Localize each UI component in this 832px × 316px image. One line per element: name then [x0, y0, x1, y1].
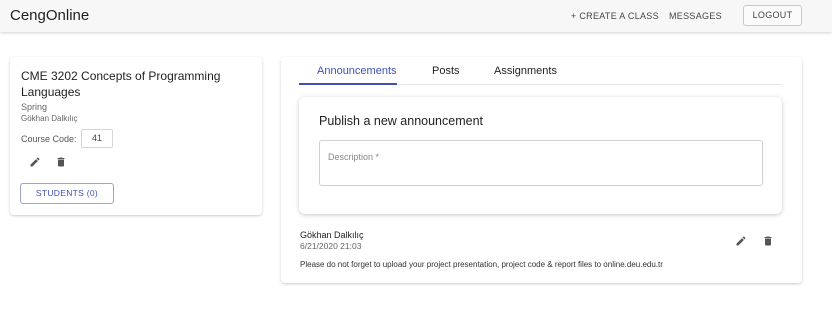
description-placeholder: Description * — [328, 152, 380, 162]
messages-button[interactable]: MESSAGES — [669, 11, 722, 21]
publish-announcement-box: Publish a new announcement Description * — [299, 97, 782, 214]
logout-button[interactable]: LOGOUT — [743, 5, 802, 26]
brand-title[interactable]: CengOnline — [10, 7, 89, 24]
pencil-icon — [30, 157, 40, 167]
edit-course-button[interactable] — [27, 154, 43, 170]
course-title: CME 3202 Concepts of Programming Languag… — [21, 69, 221, 99]
pencil-icon — [736, 236, 746, 246]
course-card: CME 3202 Concepts of Programming Languag… — [10, 57, 262, 215]
students-button[interactable]: STUDENTS (0) — [20, 183, 114, 204]
active-tab-indicator — [299, 83, 397, 85]
delete-course-button[interactable] — [53, 154, 69, 170]
description-field[interactable]: Description * — [319, 140, 763, 186]
tab-posts[interactable]: Posts — [432, 65, 460, 77]
course-teacher: Gökhan Dalkılıç — [21, 114, 78, 123]
app-bar: CengOnline + CREATE A CLASS MESSAGES LOG… — [0, 0, 832, 32]
course-code-label: Course Code: — [21, 134, 77, 144]
tab-announcements[interactable]: Announcements — [317, 65, 397, 77]
publish-title: Publish a new announcement — [319, 114, 484, 128]
create-class-button[interactable]: + CREATE A CLASS — [571, 11, 659, 21]
announcement-body: Please do not forget to upload your proj… — [300, 260, 663, 269]
course-term: Spring — [21, 102, 48, 112]
course-code-value: 41 — [81, 129, 113, 148]
delete-announcement-button[interactable] — [760, 233, 776, 249]
edit-announcement-button[interactable] — [733, 233, 749, 249]
trash-icon — [57, 157, 65, 167]
announcement-author: Gökhan Dalkılıç — [300, 230, 364, 240]
trash-icon — [764, 236, 772, 246]
tab-assignments[interactable]: Assignments — [494, 65, 557, 77]
course-content-card: Announcements Posts Assignments Publish … — [281, 57, 802, 283]
announcement-date: 6/21/2020 21:03 — [300, 241, 362, 251]
tab-bar: Announcements Posts Assignments — [299, 57, 782, 85]
